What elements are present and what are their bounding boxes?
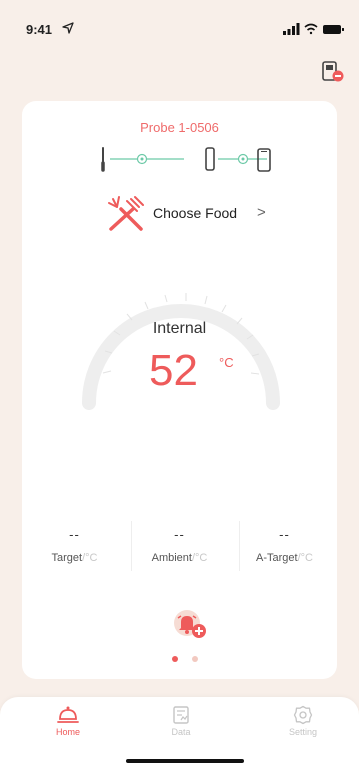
repeater-icon	[205, 147, 215, 171]
temperature-value: 52	[149, 346, 198, 395]
home-bell-icon	[57, 706, 79, 723]
device-manage-button[interactable]	[321, 61, 345, 83]
phone-icon	[257, 148, 271, 172]
probe-title[interactable]: Probe 1-0506	[22, 120, 337, 135]
status-icons	[283, 23, 344, 35]
gauge-label: Internal	[152, 320, 207, 337]
temperature-unit: °C	[219, 355, 234, 370]
stat-unit: /°C	[297, 552, 313, 564]
tab-label: Home	[55, 727, 80, 737]
stat-label: A-Target	[256, 552, 298, 564]
wifi-icon	[304, 23, 318, 35]
link-icon	[237, 153, 249, 165]
choose-food-button[interactable]: Choose Food >	[103, 195, 273, 235]
stat-unit: /°C	[82, 552, 98, 564]
cellular-signal-icon	[283, 23, 300, 35]
tab-home[interactable]: Home	[18, 705, 118, 745]
chevron-right-icon: >	[257, 204, 266, 221]
battery-icon	[323, 25, 344, 34]
tab-label: Data	[171, 727, 191, 737]
tab-label: Setting	[288, 727, 318, 737]
home-indicator[interactable]	[126, 759, 244, 763]
stat-ambient[interactable]: -- Ambient/°C	[127, 521, 232, 581]
stat-label: Target	[51, 552, 83, 564]
stat-value: --	[69, 527, 80, 542]
stat-label: Ambient	[151, 552, 192, 564]
add-alarm-button[interactable]	[169, 609, 213, 641]
probe-card: Probe 1-0506 Choose Food > Internal 52 °…	[22, 101, 337, 679]
settings-icon	[293, 705, 313, 725]
stat-unit: /°C	[191, 552, 208, 564]
stat-target[interactable]: -- Target/°C	[22, 521, 127, 581]
page-dot-active[interactable]	[172, 656, 178, 662]
data-icon	[173, 706, 189, 724]
connection-chain	[101, 147, 267, 172]
link-icon	[136, 153, 148, 165]
stat-value: --	[174, 527, 185, 542]
stat-a-target[interactable]: -- A-Target/°C	[232, 521, 337, 581]
tab-setting[interactable]: Setting	[253, 705, 353, 745]
page-indicator	[172, 656, 202, 664]
utensils-icon	[108, 196, 144, 231]
tab-data[interactable]: Data	[131, 705, 231, 745]
location-arrow-icon	[62, 22, 74, 34]
choose-food-label: Choose Food	[153, 205, 238, 221]
stats-row: -- Target/°C -- Ambient/°C -- A-Target/°…	[22, 521, 337, 581]
stat-value: --	[279, 527, 290, 542]
status-time: 9:41	[26, 22, 53, 37]
status-bar: 9:41	[0, 0, 359, 50]
temperature-readout: 52 °C	[149, 346, 269, 396]
page-dot[interactable]	[192, 656, 198, 662]
